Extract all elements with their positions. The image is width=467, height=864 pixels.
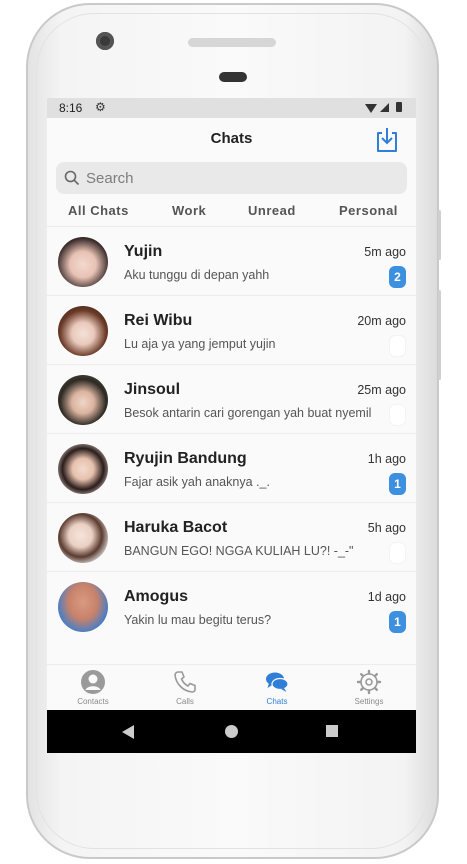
signal-icon	[380, 103, 389, 112]
unread-badge	[389, 335, 406, 357]
avatar	[58, 582, 108, 632]
power-button	[438, 290, 441, 380]
chat-icon	[266, 672, 289, 692]
message-time: 1d ago	[367, 590, 406, 604]
bottom-navigation: Contacts Calls Chats Settings	[47, 664, 416, 711]
avatar	[58, 444, 108, 494]
page-title: Chats	[210, 130, 253, 147]
avatar	[58, 375, 108, 425]
contact-name: Yujin	[124, 243, 163, 260]
download-icon[interactable]	[375, 127, 399, 153]
unread-badge: 2	[389, 266, 406, 288]
tab-all-chats[interactable]: All Chats	[68, 203, 129, 218]
person-icon	[81, 670, 105, 694]
nav-chats[interactable]: Chats	[242, 669, 312, 706]
status-gear-icon: ⚙	[95, 100, 106, 114]
message-time: 20m ago	[357, 314, 406, 328]
nav-settings[interactable]: Settings	[334, 669, 404, 706]
chat-row-jinsoul[interactable]: Jinsoul Besok antarin cari gorengan yah …	[47, 364, 416, 433]
nav-label: Chats	[266, 697, 288, 706]
message-preview: BANGUN EGO! NGGA KULIAH LU?! -_-"	[124, 544, 354, 558]
earpiece-speaker	[188, 38, 276, 47]
nav-label: Calls	[176, 697, 194, 706]
chat-row-rei-wibu[interactable]: Rei Wibu Lu aja ya yang jemput yujin 20m…	[47, 295, 416, 364]
contact-name: Amogus	[124, 588, 188, 605]
unread-badge: 1	[389, 611, 406, 633]
message-preview: Fajar asik yah anaknya ._.	[124, 475, 270, 489]
chat-row-ryujin-bandung[interactable]: Ryujin Bandung Fajar asik yah anaknya ._…	[47, 433, 416, 502]
message-time: 1h ago	[367, 452, 406, 466]
battery-icon	[396, 102, 402, 112]
nav-label: Settings	[354, 697, 384, 706]
app-screen: 8:16 ⚙ Chats All Chats Work Unread Perso…	[47, 98, 416, 753]
unread-badge: 1	[389, 473, 406, 495]
front-camera	[96, 32, 114, 50]
chat-row-haruka-bacot[interactable]: Haruka Bacot BANGUN EGO! NGGA KULIAH LU?…	[47, 502, 416, 571]
unread-badge	[389, 542, 406, 564]
tab-personal[interactable]: Personal	[339, 203, 398, 218]
message-preview: Lu aja ya yang jemput yujin	[124, 337, 276, 351]
filter-tabs: All Chats Work Unread Personal	[47, 203, 416, 221]
message-preview: Besok antarin cari gorengan yah buat nye…	[124, 406, 372, 420]
status-time: 8:16	[59, 101, 83, 115]
search-bar[interactable]	[56, 162, 407, 194]
recent-apps-icon[interactable]	[326, 725, 338, 737]
message-time: 25m ago	[357, 383, 406, 397]
nav-calls[interactable]: Calls	[150, 669, 220, 706]
search-icon	[64, 170, 80, 186]
volume-button	[438, 210, 441, 260]
message-time: 5m ago	[364, 245, 406, 259]
search-input[interactable]	[84, 168, 388, 188]
message-preview: Aku tunggu di depan yahh	[124, 268, 270, 282]
nav-contacts[interactable]: Contacts	[58, 669, 128, 706]
system-navigation-bar	[47, 710, 416, 753]
gear-icon	[356, 669, 382, 695]
unread-badge	[389, 404, 406, 426]
contact-name: Jinsoul	[124, 381, 181, 398]
contact-name: Rei Wibu	[124, 312, 193, 329]
contact-name: Ryujin Bandung	[124, 450, 247, 467]
phone-icon	[174, 671, 196, 693]
tab-unread[interactable]: Unread	[248, 203, 296, 218]
chat-row-yujin[interactable]: Yujin Aku tunggu di depan yahh 5m ago 2	[47, 226, 416, 295]
status-bar: 8:16 ⚙	[47, 98, 416, 118]
wifi-icon	[365, 104, 377, 113]
avatar	[58, 513, 108, 563]
message-preview: Yakin lu mau begitu terus?	[124, 613, 272, 627]
proximity-sensor	[219, 72, 247, 82]
avatar	[58, 306, 108, 356]
tab-work[interactable]: Work	[172, 203, 206, 218]
back-icon[interactable]	[122, 725, 134, 739]
home-icon[interactable]	[225, 725, 238, 738]
chat-row-amogus[interactable]: Amogus Yakin lu mau begitu terus? 1d ago…	[47, 571, 416, 640]
message-time: 5h ago	[367, 521, 406, 535]
avatar	[58, 237, 108, 287]
contact-name: Haruka Bacot	[124, 519, 228, 536]
nav-label: Contacts	[77, 697, 109, 706]
